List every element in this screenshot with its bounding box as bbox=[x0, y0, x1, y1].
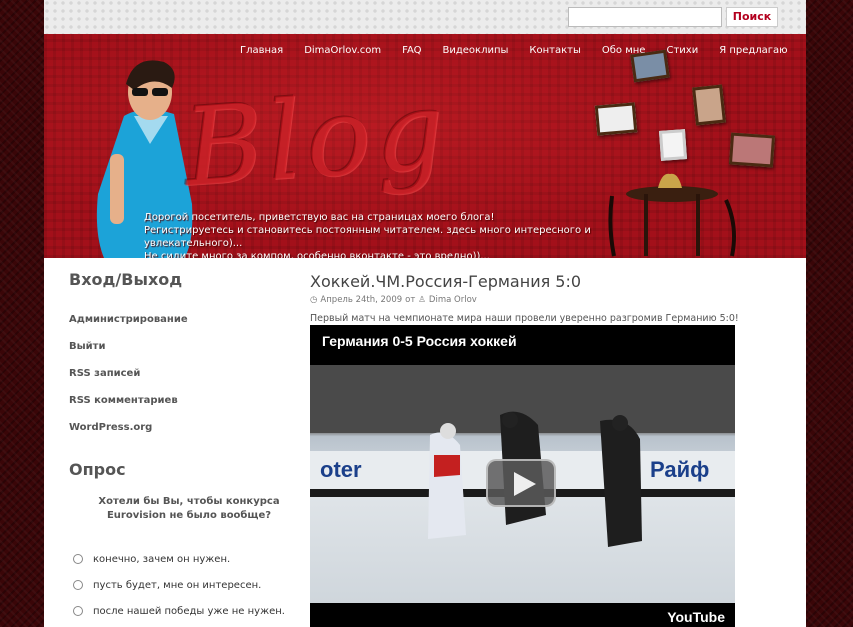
login-widget-title: Вход/Выход bbox=[69, 270, 183, 289]
radio-button[interactable] bbox=[73, 580, 83, 590]
video-thumbnail[interactable]: oter Райф bbox=[310, 365, 735, 603]
post-excerpt: Первый матч на чемпионате мира наши пров… bbox=[310, 313, 739, 324]
poll-widget-title: Опрос bbox=[69, 460, 126, 479]
nav-item-home[interactable]: Главная bbox=[240, 45, 283, 56]
site-header: Blog Главная DimaOrlov.com FAQ Видеоклип… bbox=[44, 34, 806, 258]
nav-item-suggest[interactable]: Я предлагаю bbox=[719, 45, 787, 56]
post-by: от bbox=[405, 295, 416, 305]
photo-frame bbox=[594, 102, 638, 136]
nav-item-contacts[interactable]: Контакты bbox=[529, 45, 580, 56]
header-intro: Дорогой посетитель, приветствую вас на с… bbox=[144, 211, 664, 258]
page: Поиск Blog Главная DimaOrlov.com FAQ Вид… bbox=[44, 0, 806, 627]
rss-entries-link[interactable]: RSS записей bbox=[69, 368, 140, 379]
svg-text:Райф: Райф bbox=[650, 457, 709, 482]
photo-frame bbox=[630, 49, 670, 83]
intro-line: Регистрируетесь и становитесь постоянным… bbox=[144, 225, 591, 249]
blog-logo: Blog bbox=[179, 67, 453, 212]
nav-item-poems[interactable]: Стихи bbox=[666, 45, 698, 56]
admin-link[interactable]: Администрирование bbox=[69, 314, 188, 325]
search-input[interactable] bbox=[568, 7, 722, 27]
rss-comments-link[interactable]: RSS комментариев bbox=[69, 395, 178, 406]
photo-frame bbox=[692, 84, 726, 126]
nav-item-dimaorlov[interactable]: DimaOrlov.com bbox=[304, 45, 381, 56]
main-nav: Главная DimaOrlov.com FAQ Видеоклипы Кон… bbox=[240, 45, 806, 56]
play-button[interactable] bbox=[486, 459, 556, 507]
svg-text:oter: oter bbox=[320, 457, 362, 482]
post-meta: ◷ Апрель 24th, 2009 от ♙ Dima Orlov bbox=[310, 295, 740, 305]
meta-links: Администрирование Выйти RSS записей RSS … bbox=[69, 307, 299, 434]
author-icon: ♙ bbox=[418, 295, 426, 305]
poll-option[interactable]: пусть будет, мне он интересен. bbox=[69, 579, 299, 593]
video-player[interactable]: Германия 0-5 Россия хоккей oter Райф You… bbox=[310, 325, 735, 627]
photo-frame bbox=[658, 129, 688, 161]
search-button[interactable]: Поиск bbox=[726, 7, 778, 27]
poll-option-label: после нашей победы уже не нужен. bbox=[93, 606, 285, 617]
post-author[interactable]: Dima Orlov bbox=[429, 295, 477, 305]
poll-option[interactable]: конечно, зачем он нужен. bbox=[69, 553, 299, 567]
post-date: Апрель 24th, 2009 bbox=[320, 295, 403, 305]
radio-button[interactable] bbox=[73, 554, 83, 564]
nav-item-faq[interactable]: FAQ bbox=[402, 45, 421, 56]
wordpress-link[interactable]: WordPress.org bbox=[69, 422, 152, 433]
intro-line: Дорогой посетитель, приветствую вас на с… bbox=[144, 212, 495, 223]
poll-option-label: конечно, зачем он нужен. bbox=[93, 554, 231, 565]
nav-item-videoclips[interactable]: Видеоклипы bbox=[442, 45, 508, 56]
poll-option[interactable]: после нашей победы уже не нужен. bbox=[69, 605, 299, 619]
poll-question: Хотели бы Вы, чтобы конкурса Eurovision … bbox=[98, 496, 280, 521]
post-title[interactable]: Хоккей.ЧМ.Россия-Германия 5:0 bbox=[310, 272, 740, 291]
photo-frame bbox=[728, 132, 776, 168]
youtube-logo[interactable]: YouTube bbox=[667, 609, 725, 625]
sidebar: Вход/Выход Администрирование Выйти RSS з… bbox=[69, 270, 299, 627]
logout-link[interactable]: Выйти bbox=[69, 341, 105, 352]
clock-icon: ◷ bbox=[310, 295, 318, 305]
main-content: Хоккей.ЧМ.Россия-Германия 5:0 ◷ Апрель 2… bbox=[310, 272, 740, 627]
poll-option-label: пусть будет, мне он интересен. bbox=[93, 580, 262, 591]
radio-button[interactable] bbox=[73, 606, 83, 616]
intro-line: Не сидите много за компом, особенно вкон… bbox=[144, 251, 490, 258]
video-title[interactable]: Германия 0-5 Россия хоккей bbox=[322, 333, 517, 349]
top-bar: Поиск bbox=[44, 0, 806, 34]
